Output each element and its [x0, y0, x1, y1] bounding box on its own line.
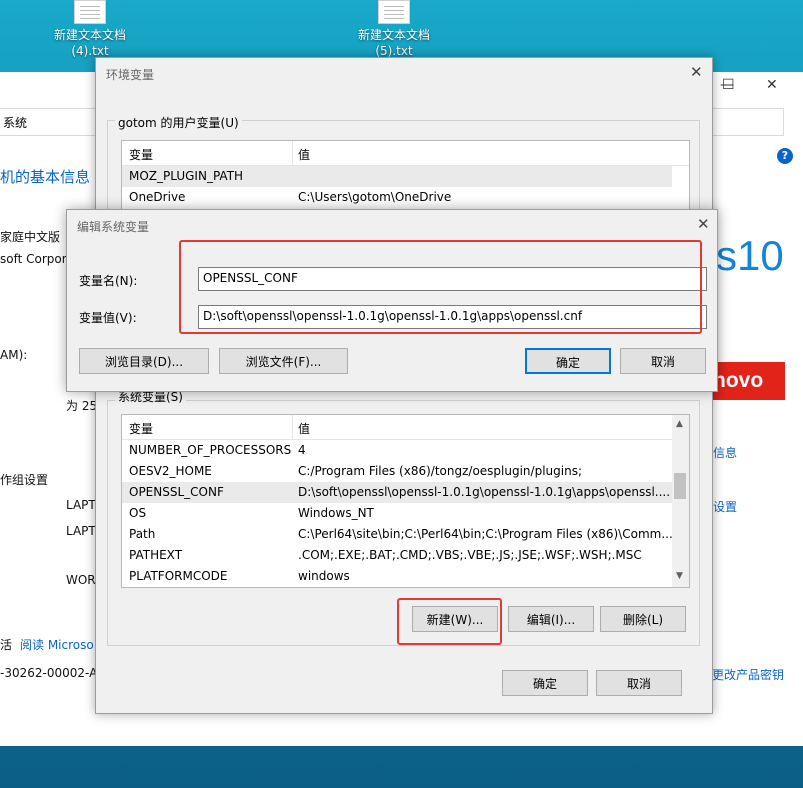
scroll-down-arrow-icon[interactable]: ▼ [676, 571, 683, 581]
list-item[interactable]: OPENSSL_CONF D:\soft\openssl\openssl-1.0… [122, 482, 672, 503]
change-settings-link[interactable]: 设置 [713, 498, 737, 515]
delete-variable-button[interactable]: 删除(L) [600, 606, 686, 632]
ram-label: AM): [0, 348, 28, 362]
scrollbar-thumb[interactable] [674, 473, 686, 499]
list-item[interactable]: Path C:\Perl64\site\bin;C:\Perl64\bin;C:… [122, 524, 673, 545]
list-header: 变量 值 [122, 415, 689, 440]
ok-button[interactable]: 确定 [525, 348, 611, 374]
vertical-scrollbar[interactable]: ▲ ▼ [672, 415, 689, 587]
list-item[interactable]: OS Windows_NT [122, 503, 672, 524]
highlight-box-fields [179, 240, 702, 334]
variable-value: 4 [298, 443, 306, 457]
support-info-link[interactable]: 信息 [713, 444, 737, 461]
change-product-key-link[interactable]: 更改产品密钥 [712, 666, 784, 683]
desktop-file-label-1: 新建文本文档 [53, 28, 126, 42]
address-text: 系统 [3, 116, 28, 130]
variable-name: PATHEXT [129, 548, 183, 562]
maximize-icon[interactable]: ☐ [722, 77, 735, 93]
workgroup-name: WOR [66, 573, 96, 587]
list-item[interactable]: MOZ_PLUGIN_PATH [122, 166, 672, 187]
cpu-type-partial: 为 25 [66, 399, 98, 413]
variable-value: Windows_NT [298, 506, 374, 520]
variable-name: OS [129, 506, 147, 520]
workgroup-settings-label: 作组设置 [0, 473, 49, 487]
close-icon[interactable]: ✕ [766, 77, 778, 93]
highlight-box-new-button [397, 598, 502, 645]
dialog-title: 编辑系统变量 [77, 220, 150, 234]
browse-directory-button[interactable]: 浏览目录(D)... [79, 348, 209, 374]
lenovo-logo: novo [711, 362, 785, 400]
help-icon[interactable]: ? [777, 148, 793, 164]
cancel-button[interactable]: 取消 [620, 348, 706, 374]
list-item[interactable]: NUMBER_OF_PROCESSORS 4 [122, 440, 672, 461]
list-item[interactable]: PATHEXT .COM;.EXE;.BAT;.CMD;.VBS;.VBE;.J… [122, 545, 672, 566]
variable-name-label: 变量名(N): [79, 274, 138, 288]
variable-value-label: 变量值(V): [79, 311, 137, 325]
list-item[interactable]: OneDrive C:\Users\gotom\OneDrive [122, 187, 672, 208]
close-icon[interactable]: ✕ [690, 63, 703, 81]
browse-file-button[interactable]: 浏览文件(F)... [219, 348, 348, 374]
column-value-header[interactable]: 值 [298, 146, 310, 163]
user-variables-list[interactable]: 变量 值 MOZ_PLUGIN_PATH OneDrive C:\Users\g… [121, 140, 690, 212]
windows-logo-text: s10 [716, 232, 784, 279]
windows-edition: 家庭中文版 [0, 230, 61, 244]
variable-name: OPENSSL_CONF [129, 485, 224, 499]
column-divider [292, 141, 293, 165]
variable-name: MOZ_PLUGIN_PATH [129, 169, 244, 183]
variable-name: OneDrive [129, 190, 186, 204]
activation-label: 活 [0, 638, 13, 652]
dialog-title: 环境变量 [106, 68, 155, 82]
variable-value: windows [298, 569, 350, 583]
system-variables-list[interactable]: 变量 值 NUMBER_OF_PROCESSORS 4 OESV2_HOME C… [121, 414, 690, 588]
column-name-header[interactable]: 变量 [129, 146, 153, 163]
scroll-up-arrow-icon[interactable]: ▲ [676, 419, 683, 429]
variable-name: OESV2_HOME [129, 464, 212, 478]
lenovo-logo-text: novo [713, 369, 764, 392]
text-file-icon [378, 0, 410, 24]
variable-value: .COM;.EXE;.BAT;.CMD;.VBS;.VBE;.JS;.JSE;.… [298, 548, 642, 562]
variable-name: PLATFORMCODE [129, 569, 228, 583]
desktop-file-4[interactable]: 新建文本文档 (4).txt [35, 0, 145, 59]
list-header: 变量 值 [122, 141, 689, 166]
ok-button[interactable]: 确定 [502, 670, 588, 696]
product-id: -30262-00002-AA [0, 666, 106, 680]
close-icon[interactable]: ✕ [697, 215, 710, 233]
read-license-link[interactable]: 阅读 Microso [20, 636, 94, 653]
column-divider [292, 415, 293, 439]
system-heading: 机的基本信息 [0, 168, 91, 186]
list-item[interactable]: OESV2_HOME C:/Program Files (x86)/tongz/… [122, 461, 672, 482]
variable-value: D:\soft\openssl\openssl-1.0.1g\openssl-1… [298, 485, 671, 499]
column-value-header[interactable]: 值 [298, 420, 310, 437]
desktop-file-5[interactable]: 新建文本文档 (5).txt [339, 0, 449, 59]
edit-variable-button[interactable]: 编辑(I)... [508, 606, 594, 632]
company-name: soft Corpor [0, 252, 67, 266]
cancel-button[interactable]: 取消 [596, 670, 682, 696]
full-computer-name: LAPT [66, 524, 96, 538]
text-file-icon [74, 0, 106, 24]
variable-value: C:\Perl64\site\bin;C:\Perl64\bin;C:\Prog… [298, 527, 673, 541]
column-name-header[interactable]: 变量 [129, 420, 153, 437]
variable-value: C:/Program Files (x86)/tongz/oesplugin/p… [298, 464, 582, 478]
variable-name: Path [129, 527, 156, 541]
variable-value: C:\Users\gotom\OneDrive [298, 190, 452, 204]
list-item[interactable]: PLATFORMCODE windows [122, 566, 672, 587]
variable-name: NUMBER_OF_PROCESSORS [129, 443, 292, 457]
user-variables-label: gotom 的用户变量(U) [115, 114, 242, 131]
computer-name: LAPT [66, 498, 96, 512]
desktop-file-label-1: 新建文本文档 [357, 28, 430, 42]
